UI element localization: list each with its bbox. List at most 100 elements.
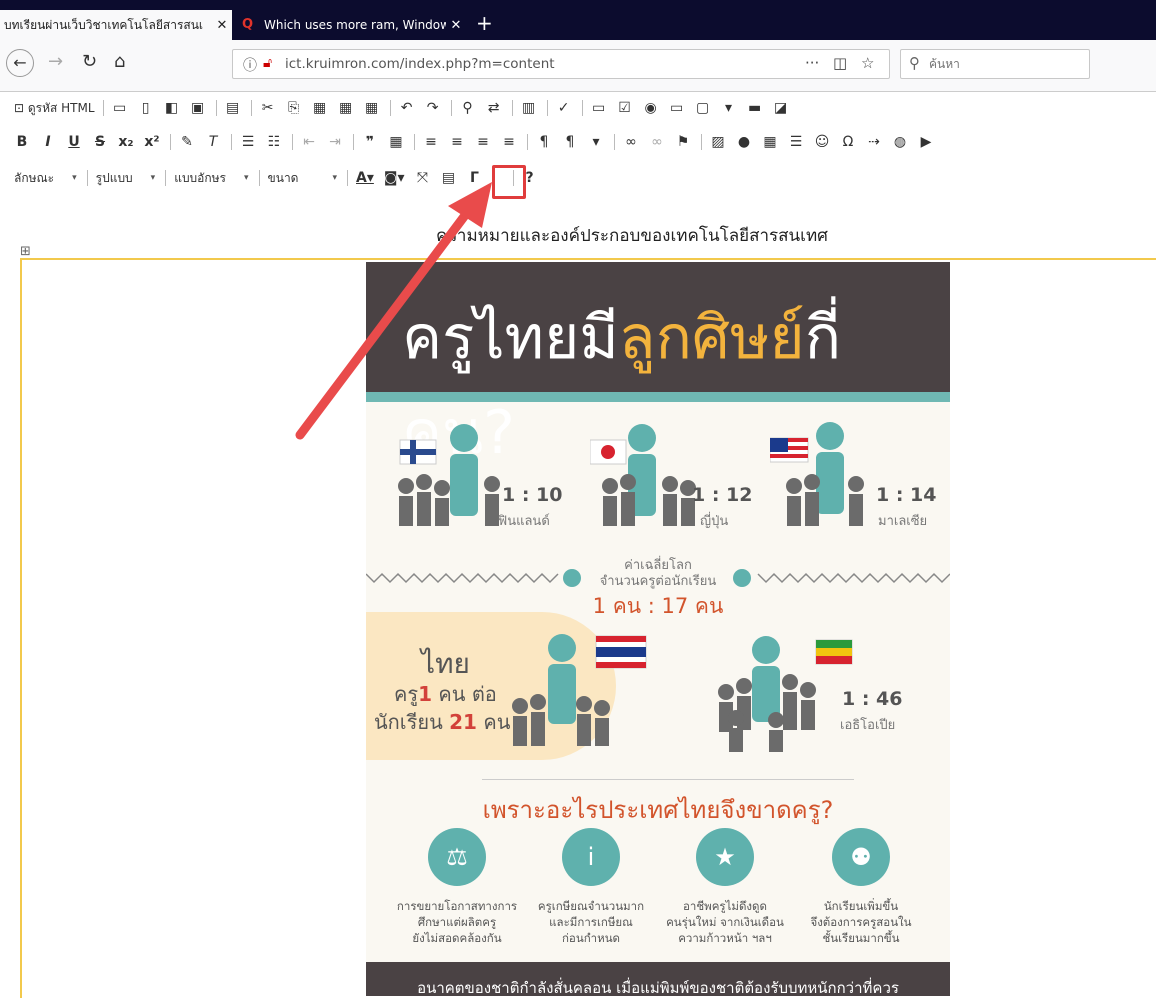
new-page-icon[interactable]: ▯ [138,100,154,116]
paste-icon[interactable]: ▦ [312,100,328,116]
rtl-icon[interactable]: ¶ [562,134,578,150]
bold-button[interactable]: B [14,134,30,150]
smiley-icon[interactable]: ☺ [814,134,830,150]
chevron-down-icon: ▾ [244,173,249,183]
textarea-icon[interactable]: ▢ [695,100,711,116]
tab-close-icon[interactable]: ✕ [446,18,466,33]
copy-icon[interactable]: ⎘ [286,100,302,116]
url-text[interactable]: ict.kruimron.com/index.php?m=content [285,56,555,72]
url-bar[interactable]: ⓘ 🔓︎ ict.kruimron.com/index.php?m=conten… [232,49,890,79]
info-icon[interactable]: ⓘ [243,55,257,75]
forward-icon[interactable]: → [48,51,63,72]
align-right-icon[interactable]: ≡ [475,134,491,150]
pocket-icon[interactable]: ◫ [833,54,847,72]
textfield-icon[interactable]: ▭ [669,100,685,116]
ltr-icon[interactable]: ¶ [536,134,552,150]
form-icon[interactable]: ▭ [591,100,607,116]
iframe-icon[interactable]: ◍ [892,134,908,150]
format-dropdown[interactable]: รูปแบบ ▾ [96,169,156,188]
paste-text-icon[interactable]: ▦ [338,100,354,116]
redo-icon[interactable]: ↷ [425,100,441,116]
tab-close-icon[interactable]: ✕ [212,18,232,33]
blockquote-icon[interactable]: ❞ [362,134,378,150]
preview-icon[interactable]: ◧ [164,100,180,116]
subscript-button[interactable]: x₂ [118,134,134,150]
reason-caption-3: อาชีพครูไม่ดึงดูด คนรุ่นใหม่ จากเงินเดือน… [666,899,784,945]
bookmark-star-icon[interactable]: ☆ [861,54,874,72]
search-box[interactable]: ⚲ [900,49,1090,79]
text-color-button[interactable]: A▾ [356,170,374,186]
div-icon[interactable]: ▦ [388,134,404,150]
reload-icon[interactable]: ↻ [82,51,97,72]
select-icon[interactable]: ▾ [721,100,737,116]
italic-button[interactable]: I [40,134,56,150]
print-icon[interactable]: ▣ [190,100,206,116]
person-info-icon: i [562,828,620,886]
thailand-student-line: นักเรียน 21 คน [374,710,511,734]
image-icon[interactable]: ▨ [710,134,726,150]
scales-icon: ⚖ [428,828,486,886]
horizontal-rule-icon[interactable]: ☰ [788,134,804,150]
replace-icon[interactable]: ⇄ [486,100,502,116]
checkbox-icon[interactable]: ☑ [617,100,633,116]
maximize-button[interactable]: ⤧ [415,170,431,186]
tab-inactive[interactable]: Q Which uses more ram, Window ✕ [236,10,466,40]
outdent-icon[interactable]: ⇤ [301,134,317,150]
templates-icon[interactable]: ▤ [225,100,241,116]
align-left-icon[interactable]: ≡ [423,134,439,150]
youtube-icon[interactable]: ▶ [918,134,934,150]
select-all-icon[interactable]: ▥ [521,100,537,116]
bg-color-button[interactable]: ◙▾ [384,170,405,186]
anchor-flag-icon[interactable]: ⚑ [675,134,691,150]
infographic-footer: อนาคตของชาติกำลังสั่นคลอน เมื่อแม่พิมพ์ข… [366,962,950,996]
bulleted-list-icon[interactable]: ☷ [266,134,282,150]
find-icon[interactable]: ⚲ [460,100,476,116]
radio-icon[interactable]: ◉ [643,100,659,116]
tab-active[interactable]: บทเรียนผ่านเว็บวิชาเทคโนโลยีสารสนเ ✕ [0,10,232,40]
reason-caption-4: นักเรียนเพิ่มขึ้น จึงต้องการครูสอนใน ชั้นเ… [810,899,912,945]
cut-icon[interactable]: ✂ [260,100,276,116]
anchor-icon[interactable]: ⊞ [20,244,31,259]
size-dropdown[interactable]: ขนาด ▾ [268,169,337,188]
show-blocks-icon[interactable]: ▤ [441,170,457,186]
source-button[interactable]: ⊡ ดูรหัส HTML [14,99,95,118]
indent-icon[interactable]: ⇥ [327,134,343,150]
unlink-icon[interactable]: ∞ [649,134,665,150]
spellcheck-icon[interactable]: ✓ [556,100,572,116]
flash-icon[interactable]: ● [736,134,752,150]
button-icon[interactable]: ▬ [747,100,763,116]
new-tab-button[interactable]: + [476,12,493,34]
chevron-down-icon: ▾ [72,173,77,183]
numbered-list-icon[interactable]: ☰ [240,134,256,150]
infographic-image: ครูไทยมีลูกศิษย์กี่คน? 1 : 10 ฟินแลนด์ 1… [366,262,950,996]
toolbar-row-3: ลักษณะ ▾ รูปแบบ ▾ แบบอักษร ▾ ขนาด ▾ A▾ ◙▾ ⤧ … [14,166,548,190]
image-button-icon[interactable]: ◪ [773,100,789,116]
back-icon[interactable]: ← [6,49,34,77]
undo-icon[interactable]: ↶ [399,100,415,116]
copy-format-icon[interactable]: ✎ [179,134,195,150]
highlight-box [492,165,526,199]
table-icon[interactable]: ▦ [762,134,778,150]
home-icon[interactable]: ⌂ [114,51,125,72]
align-center-icon[interactable]: ≡ [449,134,465,150]
superscript-button[interactable]: x² [144,134,160,150]
underline-button[interactable]: U [66,134,82,150]
remove-format-icon[interactable]: T [205,134,221,150]
font-dropdown[interactable]: แบบอักษร ▾ [174,169,248,188]
page-actions-icon[interactable]: ··· [805,54,819,72]
reason-caption-2: ครูเกษียณจำนวนมาก และมีการเกษียณ ก่อนกำหนด [537,899,645,945]
insecure-lock-icon[interactable]: 🔓︎ [263,55,272,71]
tab-title: บทเรียนผ่านเว็บวิชาเทคโนโลยีสารสนเ [4,17,204,32]
link-icon[interactable]: ∞ [623,134,639,150]
special-char-icon[interactable]: Ω [840,134,856,150]
paste-word-icon[interactable]: ▦ [364,100,380,116]
search-input[interactable] [929,54,1079,74]
page-break-icon[interactable]: ⇢ [866,134,882,150]
nav-bar: ← → ↻ ⌂ ⓘ 🔓︎ ict.kruimron.com/index.php?… [0,40,1156,92]
justify-icon[interactable]: ≡ [501,134,517,150]
strikethrough-button[interactable]: S [92,134,108,150]
save-icon[interactable]: ▭ [112,100,128,116]
styles-dropdown[interactable]: ลักษณะ ▾ [14,169,77,188]
block-corner-icon[interactable]: Γ [467,170,483,186]
language-icon[interactable]: ▾ [588,134,604,150]
